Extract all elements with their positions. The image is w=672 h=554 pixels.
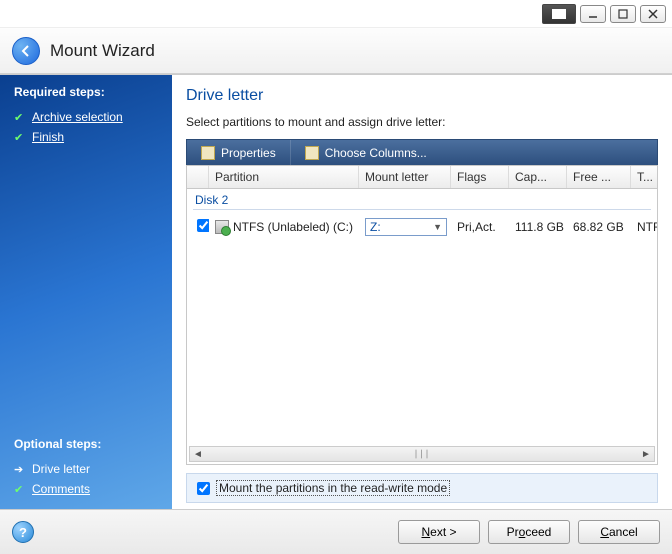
properties-icon xyxy=(201,146,215,160)
col-free[interactable]: Free ... xyxy=(567,166,631,188)
columns-icon xyxy=(305,146,319,160)
col-capacity[interactable]: Cap... xyxy=(509,166,567,188)
mount-letter-select[interactable]: Z: ▼ xyxy=(365,218,447,236)
row-flags: Pri,Act. xyxy=(451,218,509,236)
minimize-button[interactable] xyxy=(580,5,606,23)
back-button[interactable] xyxy=(12,37,40,65)
col-partition[interactable]: Partition xyxy=(209,166,359,188)
readwrite-checkbox[interactable] xyxy=(197,482,210,495)
page-title: Mount Wizard xyxy=(50,41,155,61)
column-headers: Partition Mount letter Flags Cap... Free… xyxy=(186,165,658,189)
check-icon: ✔ xyxy=(14,483,26,496)
col-type[interactable]: T... xyxy=(631,166,657,188)
volume-icon xyxy=(215,220,229,234)
horizontal-scrollbar[interactable]: ◄ ∣∣∣ ► xyxy=(189,446,655,462)
proceed-button[interactable]: Proceed xyxy=(488,520,570,544)
row-capacity: 111.8 GB xyxy=(509,218,567,236)
choose-columns-button[interactable]: Choose Columns... xyxy=(290,140,441,165)
row-checkbox[interactable] xyxy=(197,219,209,232)
required-steps-title: Required steps: xyxy=(14,85,158,99)
step-finish[interactable]: ✔ Finish xyxy=(14,127,158,147)
readwrite-label: Mount the partitions in the read-write m… xyxy=(216,480,450,496)
cancel-button[interactable]: Cancel xyxy=(578,520,660,544)
table-toolbar: Properties Choose Columns... xyxy=(186,139,658,165)
partition-table: Disk 2 NTFS (Unlabeled) (C:) Z: ▼ Pri, xyxy=(186,189,658,465)
check-icon: ✔ xyxy=(14,131,26,144)
check-icon: ✔ xyxy=(14,111,26,124)
disk-group-label: Disk 2 xyxy=(187,189,657,209)
scroll-right-button[interactable]: ► xyxy=(638,447,654,461)
header: Mount Wizard xyxy=(0,28,672,74)
maximize-button[interactable] xyxy=(610,5,636,23)
col-flags[interactable]: Flags xyxy=(451,166,509,188)
readwrite-option[interactable]: Mount the partitions in the read-write m… xyxy=(186,473,658,503)
main-heading: Drive letter xyxy=(186,87,658,105)
step-comments[interactable]: ✔ Comments xyxy=(14,479,158,499)
step-archive-selection[interactable]: ✔ Archive selection xyxy=(14,107,158,127)
properties-button[interactable]: Properties xyxy=(187,140,290,165)
main-instruction: Select partitions to mount and assign dr… xyxy=(186,115,658,129)
help-button[interactable]: ? xyxy=(12,521,34,543)
col-checkbox[interactable] xyxy=(187,166,209,188)
step-drive-letter[interactable]: ➔ Drive letter xyxy=(14,459,158,479)
col-mount[interactable]: Mount letter xyxy=(359,166,451,188)
close-button[interactable] xyxy=(640,5,666,23)
arrow-icon: ➔ xyxy=(14,463,26,476)
row-partition: NTFS (Unlabeled) (C:) xyxy=(233,220,353,234)
row-type: NTFS xyxy=(631,218,657,236)
scroll-left-button[interactable]: ◄ xyxy=(190,447,206,461)
optional-steps-title: Optional steps: xyxy=(14,437,158,451)
footer: ? Next > Proceed Cancel xyxy=(0,510,672,554)
table-row[interactable]: NTFS (Unlabeled) (C:) Z: ▼ Pri,Act. 111.… xyxy=(187,214,657,240)
sidebar: Required steps: ✔ Archive selection ✔ Fi… xyxy=(0,75,172,509)
window-badge xyxy=(542,4,576,24)
main-panel: Drive letter Select partitions to mount … xyxy=(172,75,672,509)
titlebar xyxy=(0,0,672,28)
next-button[interactable]: Next > xyxy=(398,520,480,544)
row-free: 68.82 GB xyxy=(567,218,631,236)
chevron-down-icon: ▼ xyxy=(433,222,442,232)
